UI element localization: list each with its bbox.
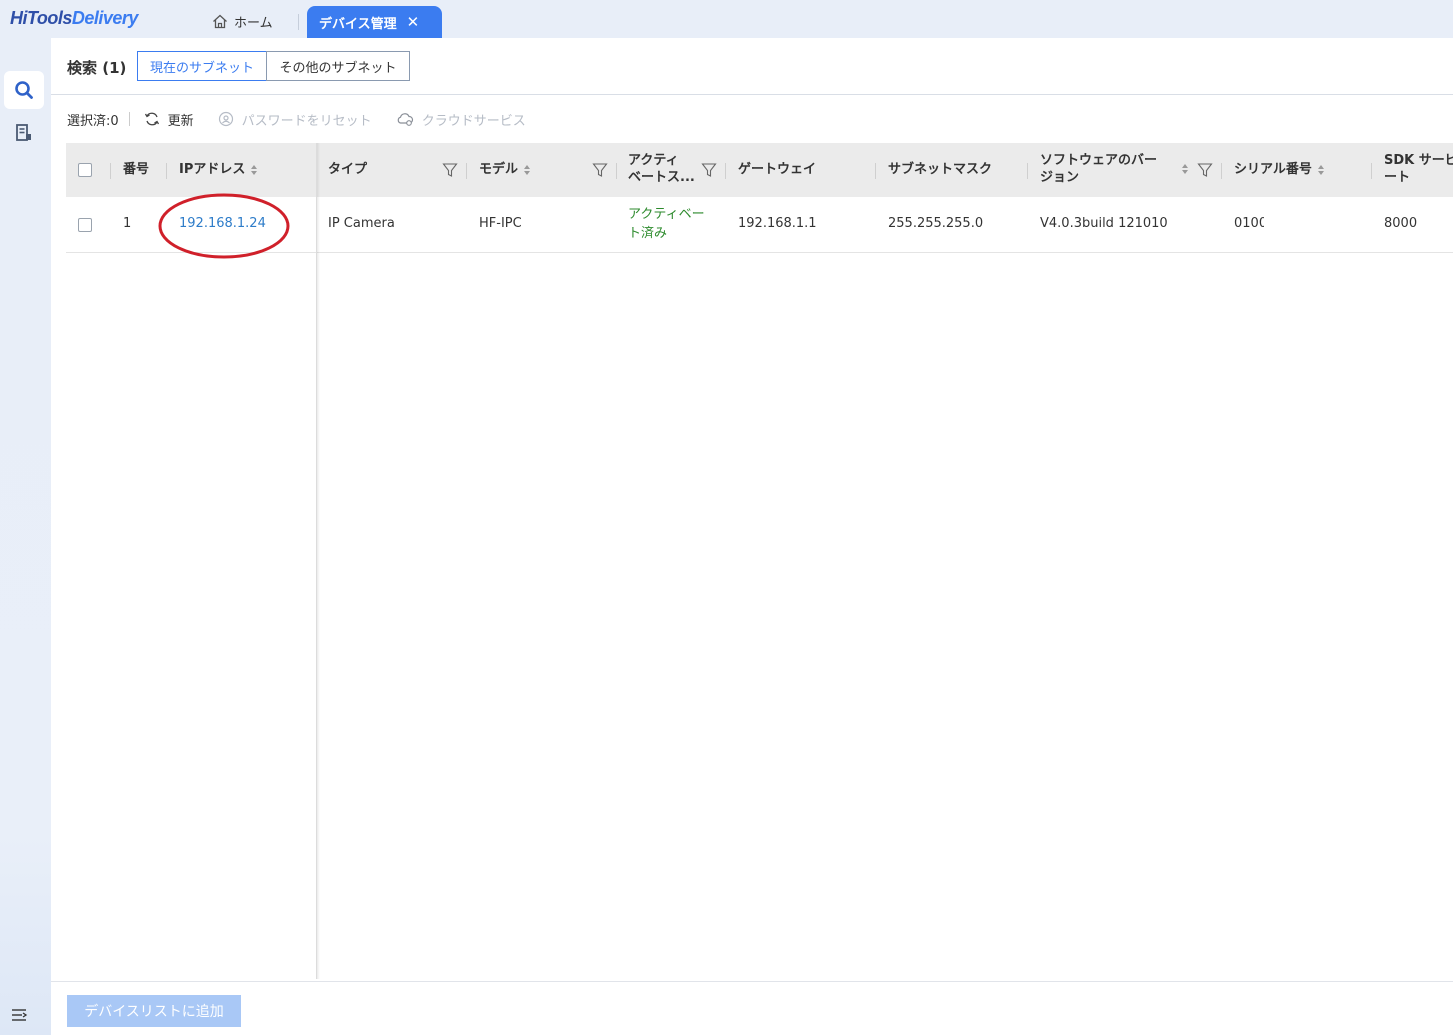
cell-ip-address[interactable]: 192.168.1.24 (179, 197, 266, 252)
cell-gateway: 192.168.1.1 (738, 216, 817, 232)
row-checkbox[interactable] (78, 217, 92, 232)
filter-icon[interactable] (1197, 162, 1213, 178)
menu-collapse-button[interactable] (10, 1007, 28, 1027)
home-icon (213, 14, 227, 28)
column-divider (110, 163, 111, 179)
refresh-icon (144, 112, 159, 126)
divider (51, 94, 1453, 95)
column-divider (166, 163, 167, 179)
column-divider (616, 163, 617, 179)
row-checkbox-cell (78, 197, 92, 252)
cell-type: IP Camera (328, 216, 395, 232)
cell-activation-status: アクティベー ト済み (628, 206, 705, 241)
close-icon[interactable]: ✕ (407, 14, 420, 30)
select-all-checkbox-cell (78, 143, 92, 197)
tab-divider (298, 14, 299, 30)
column-divider (466, 163, 467, 179)
refresh-label: 更新 (167, 113, 194, 129)
rail-search-button[interactable] (4, 71, 44, 109)
column-sdk-port[interactable]: SDK サービ ート (1384, 143, 1453, 197)
tab-home-label: ホーム (234, 15, 273, 31)
column-subnet-mask[interactable]: サブネットマスク (888, 143, 992, 197)
tab-device-management-label: デバイス管理 (319, 16, 397, 32)
device-list-icon (16, 124, 31, 141)
add-to-device-list-button[interactable]: デバイスリストに追加 (67, 995, 241, 1027)
app-logo: HiToolsDelivery (10, 8, 138, 28)
column-serial-number[interactable]: シリアル番号 (1234, 143, 1324, 197)
current-subnet-tab[interactable]: 現在のサブネット (137, 51, 267, 81)
tab-device-management[interactable]: デバイス管理 ✕ (307, 6, 442, 38)
tab-home[interactable]: ホーム (212, 10, 273, 32)
column-type[interactable]: タイプ (328, 143, 367, 197)
column-divider (725, 163, 726, 179)
search-title: 検索 (1) (67, 59, 127, 77)
sort-icon[interactable] (251, 165, 258, 175)
main-panel: 検索 (1) 現在のサブネット その他のサブネット 選択済:0 更新 パスワード… (51, 38, 1453, 1035)
table-header: 番号 IPアドレス タイプ モデル アクティ ベートス... ゲートウェイ サブ… (66, 143, 1453, 197)
reset-password-label: パスワードをリセット (241, 113, 372, 129)
column-divider (875, 163, 876, 179)
filter-icon[interactable] (592, 162, 608, 178)
sort-icon[interactable] (1182, 164, 1188, 174)
cloud-service-label: クラウドサービス (421, 113, 526, 129)
filter-icon[interactable] (701, 162, 717, 178)
column-model[interactable]: モデル (479, 143, 531, 197)
column-gateway[interactable]: ゲートウェイ (738, 143, 816, 197)
cell-sdk-port: 8000 (1384, 216, 1418, 232)
reset-password-icon (218, 111, 233, 127)
sort-icon[interactable] (1317, 165, 1324, 175)
column-software-version[interactable]: ソフトウェアのバー ジョン (1040, 143, 1157, 197)
cell-serial-number: 0100 (1234, 216, 1264, 232)
column-divider (1221, 163, 1222, 179)
reset-password-button[interactable]: パスワードをリセット (218, 110, 372, 129)
frozen-column-divider (316, 143, 320, 979)
column-divider (1371, 163, 1372, 179)
footer-divider (51, 981, 1453, 982)
refresh-button[interactable]: 更新 (144, 110, 194, 129)
toolbar: 選択済:0 更新 パスワードをリセット クラウドサービス (67, 109, 550, 129)
cell-number: 1 (123, 216, 132, 232)
rail-device-list-button[interactable] (4, 114, 44, 152)
sort-icon[interactable] (524, 165, 531, 175)
cell-model: HF-IPC (479, 216, 522, 232)
filter-icon[interactable] (442, 162, 458, 178)
column-ip-address[interactable]: IPアドレス (179, 143, 258, 197)
menu-collapse-icon (12, 1009, 28, 1021)
cloud-service-button[interactable]: クラウドサービス (396, 110, 526, 129)
left-rail (0, 38, 51, 1035)
select-all-checkbox[interactable] (78, 163, 92, 177)
cell-software-version: V4.0.3build 121010 (1040, 216, 1168, 232)
cloud-service-icon (397, 113, 413, 126)
column-activation-status[interactable]: アクティ ベートス... (628, 143, 695, 197)
selected-count: 選択済:0 (67, 113, 119, 129)
table-row[interactable]: 1 192.168.1.24 IP Camera HF-IPC アクティベー ト… (66, 197, 1453, 253)
column-number[interactable]: 番号 (123, 143, 149, 197)
other-subnet-tab[interactable]: その他のサブネット (266, 51, 410, 81)
title-bar: HiToolsDelivery ホーム デバイス管理 ✕ (0, 0, 1453, 38)
search-icon (15, 81, 33, 99)
column-divider (1027, 163, 1028, 179)
cell-subnet-mask: 255.255.255.0 (888, 216, 984, 232)
toolbar-divider (128, 112, 130, 126)
